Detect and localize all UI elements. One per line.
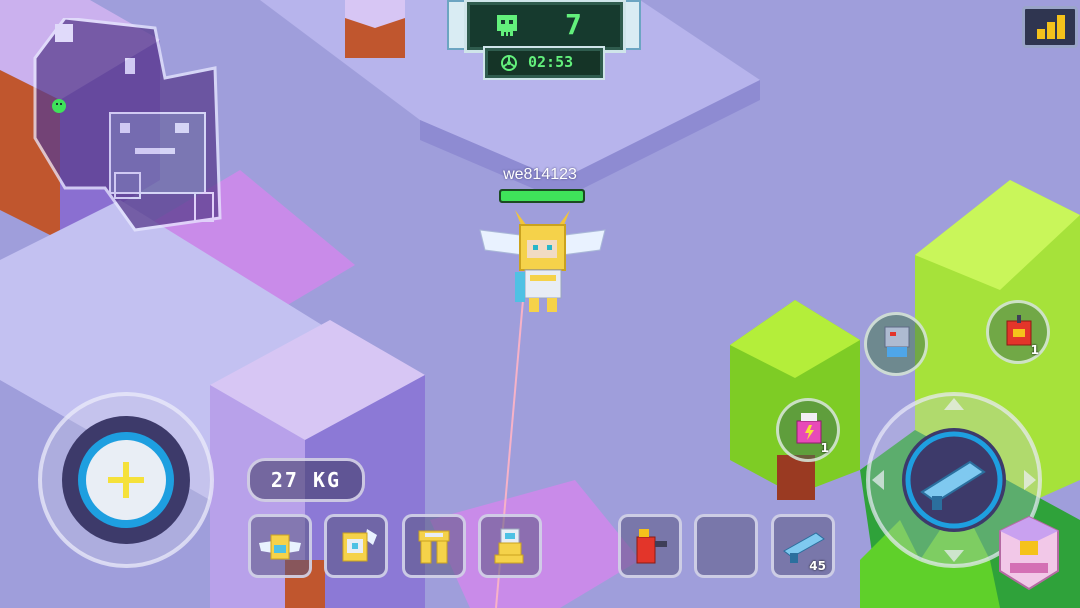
winged-chest-armor-icon: [342, 529, 377, 562]
biohazard-icon: [501, 55, 517, 71]
network-status[interactable]: [1022, 6, 1078, 48]
golden-boots-icon: [494, 528, 524, 564]
match-timer-plate: 02:53: [485, 48, 603, 78]
plate-cap-left: [447, 0, 469, 50]
backpack-button[interactable]: [996, 515, 1062, 593]
quick-item-dynamite[interactable]: 1: [986, 300, 1050, 364]
item-slot-2[interactable]: [694, 514, 758, 578]
item-slot-3[interactable]: 45: [771, 514, 835, 578]
item-slot-1[interactable]: [618, 514, 682, 578]
armor-slot-helmet[interactable]: [248, 514, 312, 578]
item-slot-3-qty: 45: [809, 559, 826, 573]
inventory-weight: 27 KG: [247, 458, 365, 502]
player-health-fill: [501, 191, 583, 201]
robot-drone-icon: [884, 326, 910, 357]
player-name: we814123: [503, 166, 577, 183]
player-marker-icon: [52, 99, 66, 113]
quick-item-drone[interactable]: [864, 312, 928, 376]
winged-helmet-icon: [259, 534, 301, 560]
armor-slot-legs[interactable]: [402, 514, 466, 578]
quick-item-medkit[interactable]: 1: [776, 398, 840, 462]
red-turret-icon: [636, 529, 667, 564]
players-alive-plate: 7: [467, 2, 623, 50]
skull-icon: [497, 15, 517, 36]
match-status-panel: 7 02:53: [447, 0, 641, 78]
quick-item-medkit-qty: 1: [820, 441, 829, 455]
armor-slot-boots[interactable]: [478, 514, 542, 578]
armor-slot-chest[interactable]: [324, 514, 388, 578]
players-alive-count: 7: [565, 8, 583, 41]
movement-joystick[interactable]: [38, 392, 214, 568]
minimap[interactable]: [25, 18, 225, 236]
player-character: [479, 210, 606, 312]
match-timer: 02:53: [528, 53, 574, 71]
golden-leg-armor-icon: [418, 530, 450, 564]
signal-bars-icon: [1037, 15, 1065, 39]
quick-item-dynamite-qty: 1: [1030, 343, 1039, 357]
player-health-bar: [499, 189, 585, 203]
